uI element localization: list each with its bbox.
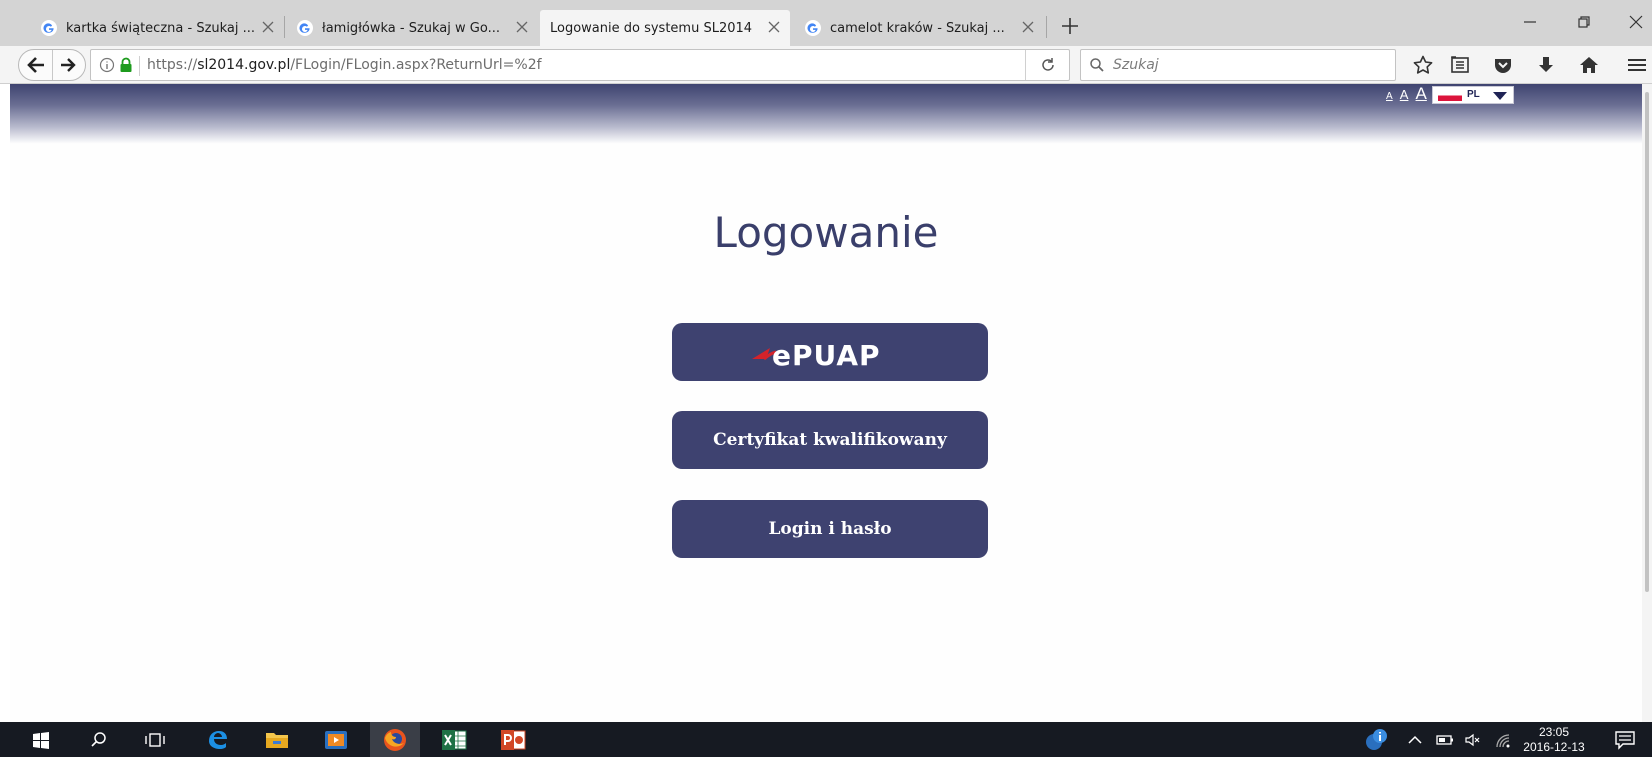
windows-taskbar: 23:05 2016-12-13 (0, 722, 1652, 757)
restore-icon[interactable] (1572, 10, 1596, 34)
tab-bar: kartka świąteczna - Szukaj ... łamigłówk… (0, 0, 1652, 46)
taskbar-search-button[interactable] (74, 722, 124, 757)
taskbar-clock[interactable]: 23:05 2016-12-13 (1516, 725, 1592, 755)
update-info-icon[interactable] (1364, 728, 1388, 752)
url-bar[interactable]: https://sl2014.gov.pl/FLogin/FLogin.aspx… (90, 49, 1070, 81)
pocket-icon[interactable] (1492, 54, 1514, 76)
task-view-button[interactable] (130, 722, 180, 757)
windows-start-icon (33, 731, 49, 749)
site-info-icon[interactable] (99, 57, 115, 73)
close-icon[interactable] (766, 19, 782, 35)
password-login-button[interactable]: Login i hasło (672, 500, 988, 558)
clock-time: 23:05 (1538, 725, 1570, 739)
media-player-icon (325, 730, 347, 749)
reader-view-icon[interactable] (1449, 54, 1471, 76)
close-icon[interactable] (1020, 19, 1036, 35)
arrow-left-icon (27, 57, 44, 73)
certificate-login-button[interactable]: Certyfikat kwalifikowany (672, 411, 988, 469)
volume-muted-icon[interactable] (1464, 731, 1482, 749)
minimize-icon[interactable] (1518, 10, 1542, 34)
tab-lamiglowka[interactable]: łamigłówka - Szukaj w Go... (286, 10, 538, 46)
bookmark-star-icon[interactable] (1412, 54, 1434, 76)
language-code: PL (1467, 89, 1480, 100)
google-icon (41, 20, 57, 36)
file-explorer-app[interactable] (252, 722, 302, 757)
task-view-icon (145, 732, 165, 747)
search-bar[interactable] (1080, 49, 1396, 81)
powerpoint-app[interactable] (488, 722, 538, 757)
url-path: /FLogin/FLogin.aspx?ReturnUrl=%2f (290, 57, 542, 73)
scrollbar-thumb[interactable] (1645, 92, 1649, 592)
tab-separator (284, 16, 285, 38)
navigation-bar: https://sl2014.gov.pl/FLogin/FLogin.aspx… (0, 46, 1652, 84)
downloads-icon[interactable] (1535, 54, 1557, 76)
clock-date: 2016-12-13 (1523, 740, 1585, 754)
tab-kartka[interactable]: kartka świąteczna - Szukaj ... (30, 10, 284, 46)
forward-button[interactable] (53, 50, 85, 80)
google-icon (805, 20, 821, 36)
font-size-medium-link[interactable]: A (1400, 87, 1409, 102)
page-scrollbar[interactable] (1642, 84, 1652, 722)
tab-title: Logowanie do systemu SL2014 (550, 20, 753, 36)
back-button[interactable] (19, 50, 53, 80)
caret-down-icon (1493, 92, 1507, 100)
font-size-large-link[interactable]: A (1416, 84, 1427, 103)
tab-title: łamigłówka - Szukaj w Go... (322, 20, 500, 36)
menu-icon[interactable] (1626, 54, 1648, 76)
font-size-controls: A A A (1386, 84, 1429, 104)
google-icon (297, 20, 313, 36)
action-center-icon[interactable] (1614, 729, 1636, 751)
excel-app[interactable] (429, 722, 479, 757)
search-icon (1090, 58, 1104, 72)
back-forward-group (18, 49, 86, 81)
language-select[interactable]: PL (1432, 86, 1514, 104)
tab-camelot[interactable]: camelot kraków - Szukaj ... (794, 10, 1044, 46)
close-icon[interactable] (514, 19, 530, 35)
close-icon[interactable] (260, 19, 276, 35)
url-text[interactable]: https://sl2014.gov.pl/FLogin/FLogin.aspx… (147, 57, 542, 73)
edge-icon (209, 730, 227, 749)
lock-icon (120, 57, 132, 72)
search-input[interactable] (1113, 55, 1383, 75)
epuap-login-button[interactable]: ePUAP (672, 323, 988, 381)
powerpoint-icon (501, 729, 526, 750)
arrow-right-icon (61, 58, 76, 72)
tab-title: camelot kraków - Szukaj ... (830, 20, 1005, 36)
close-window-icon[interactable] (1624, 10, 1648, 34)
search-icon (91, 731, 106, 747)
new-tab-icon[interactable] (1058, 14, 1082, 38)
firefox-app[interactable] (370, 722, 420, 757)
page-content: A A A PL Logowanie ePUAP Certyfikat kwal… (10, 84, 1642, 722)
home-icon[interactable] (1578, 54, 1600, 76)
url-prefix: https:// (147, 57, 198, 73)
tab-logowanie-active[interactable]: Logowanie do systemu SL2014 (540, 10, 790, 46)
reload-button[interactable] (1025, 50, 1069, 80)
start-button[interactable] (16, 722, 66, 757)
poland-flag-icon (1438, 91, 1462, 101)
font-size-small-link[interactable]: A (1386, 91, 1393, 102)
chevron-up-icon[interactable] (1406, 731, 1424, 749)
tab-title: kartka świąteczna - Szukaj ... (66, 20, 256, 36)
media-player-app[interactable] (311, 722, 361, 757)
url-domain: sl2014.gov.pl (197, 57, 291, 73)
excel-icon (442, 729, 467, 750)
epuap-logo-text: ePUAP (772, 339, 881, 372)
epuap-logo: ePUAP (752, 339, 881, 372)
tab-separator (1046, 16, 1047, 38)
page-title: Logowanie (713, 208, 939, 257)
firefox-icon (384, 728, 406, 751)
url-separator (139, 56, 140, 76)
file-explorer-icon (266, 732, 288, 748)
wifi-icon[interactable] (1494, 731, 1512, 749)
reload-icon (1042, 58, 1054, 71)
edge-app[interactable] (193, 722, 243, 757)
battery-icon[interactable] (1436, 731, 1454, 749)
